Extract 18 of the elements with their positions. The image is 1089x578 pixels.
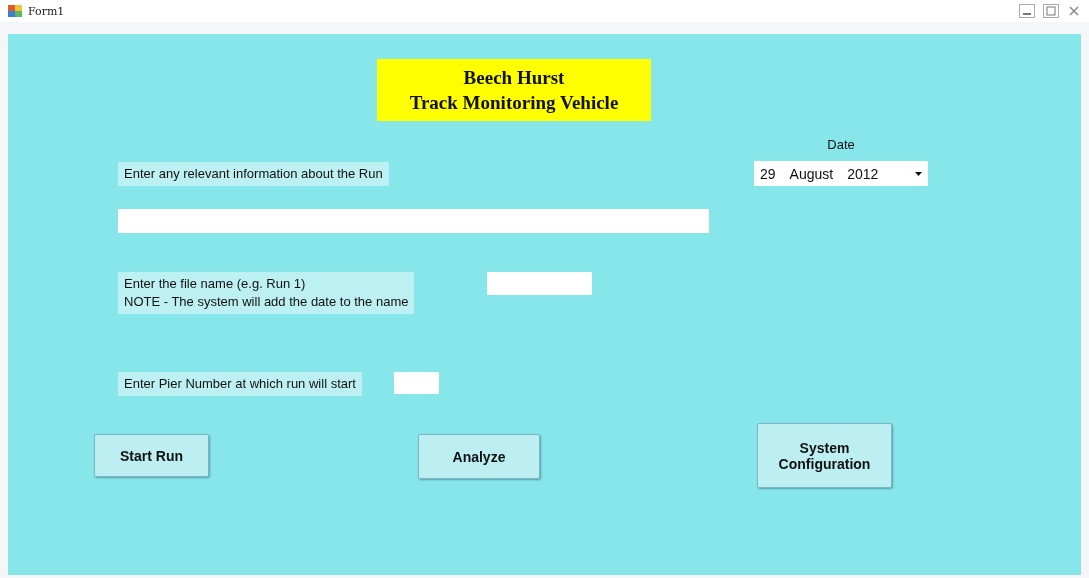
date-label: Date [827,137,855,152]
file-name-label: Enter the file name (e.g. Run 1) NOTE - The system will add the date to the name [118,272,415,314]
maximize-icon[interactable] [1043,4,1059,18]
system-configuration-button[interactable]: System Configuration [757,423,892,488]
window-title: Form1 [28,4,65,18]
start-run-button[interactable]: Start Run [94,434,209,477]
title-banner: Beech Hurst Track Monitoring Vehicle [377,59,651,121]
analyze-button[interactable]: Analyze [418,434,540,479]
caret-icon [915,171,922,176]
info-input-field[interactable] [118,209,709,233]
app-icon [8,5,22,17]
info-label: Enter any relevant information about the Run [118,162,389,186]
pier-number-label: Enter Pier Number at which run will start [118,372,362,396]
pier-number-input-field[interactable] [393,372,439,394]
minimize-icon[interactable] [1019,4,1035,18]
close-icon[interactable] [1067,4,1081,18]
date-picker[interactable]: 29 August 2012 [754,161,928,186]
file-name-input-field[interactable] [487,272,593,295]
